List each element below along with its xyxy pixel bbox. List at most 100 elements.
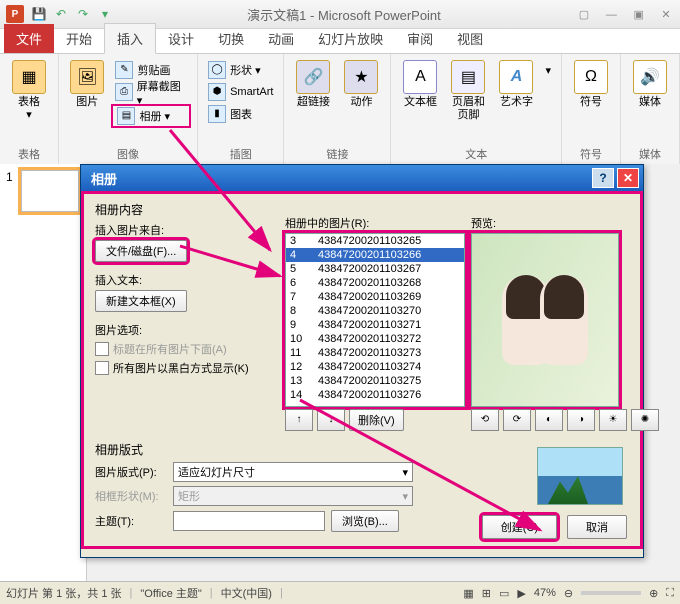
picture-button[interactable]: 🖼 图片: [65, 58, 109, 144]
pic-layout-label: 图片版式(P):: [95, 464, 167, 480]
layout-preview: [537, 447, 623, 505]
cancel-button[interactable]: 取消: [567, 515, 627, 539]
minimize-ribbon-icon[interactable]: ▢: [572, 8, 596, 21]
tab-animations[interactable]: 动画: [256, 24, 306, 53]
file-disk-button[interactable]: 文件/磁盘(F)...: [95, 240, 187, 262]
photo-album-button[interactable]: ▤相册 ▾: [111, 104, 191, 128]
album-preview: [471, 233, 619, 407]
list-item[interactable]: 1443847200201103276: [286, 388, 464, 402]
list-item[interactable]: 343847200201103265: [286, 234, 464, 248]
rotate-right-button[interactable]: ⟳: [503, 409, 531, 431]
hyperlink-button[interactable]: 🔗超链接: [290, 58, 336, 144]
chart-button[interactable]: ▮图表: [204, 104, 277, 124]
list-item[interactable]: 1343847200201103275: [286, 374, 464, 388]
pic-layout-select[interactable]: 适应幻灯片尺寸▾: [173, 462, 413, 482]
headerfooter-label: 页眉和页脚: [447, 96, 489, 122]
group-links: 🔗超链接 ★动作 链接: [284, 54, 391, 164]
dialog-close-button[interactable]: ✕: [617, 168, 639, 188]
tab-insert[interactable]: 插入: [104, 23, 156, 54]
zoom-out-icon[interactable]: ⊖: [564, 587, 573, 600]
move-down-button[interactable]: ↓: [317, 409, 345, 431]
view-slideshow-icon[interactable]: ▶: [517, 587, 525, 600]
hyperlink-label: 超链接: [297, 96, 330, 109]
album-picture-list[interactable]: 3438472002011032654438472002011032665438…: [285, 233, 465, 407]
move-up-button[interactable]: ↑: [285, 409, 313, 431]
restore-icon[interactable]: ▣: [627, 8, 651, 21]
media-button[interactable]: 🔊媒体: [627, 58, 673, 144]
table-button[interactable]: ▦ 表格▾: [6, 58, 52, 144]
undo-icon[interactable]: ↶: [53, 6, 69, 22]
album-label: 相册 ▾: [139, 108, 170, 124]
group-text-label: 文本: [465, 144, 487, 164]
chevron-down-icon: ▾: [402, 490, 408, 503]
bw-checkbox[interactable]: [95, 361, 109, 375]
group-tables-label: 表格: [18, 144, 40, 164]
chart-label: 图表: [230, 106, 252, 122]
text-more-button[interactable]: ▾: [541, 60, 555, 80]
contrast-up-button[interactable]: ◐: [535, 409, 563, 431]
dialog-help-button[interactable]: ?: [592, 168, 614, 188]
brightness-up-button[interactable]: ☀: [599, 409, 627, 431]
zoom-in-icon[interactable]: ⊕: [649, 587, 658, 600]
dialog-titlebar[interactable]: 相册 ? ✕: [81, 165, 643, 191]
action-button[interactable]: ★动作: [338, 58, 384, 144]
picture-label: 图片: [76, 96, 98, 109]
list-item[interactable]: 1143847200201103273: [286, 346, 464, 360]
contrast-down-button[interactable]: ◑: [567, 409, 595, 431]
tab-file[interactable]: 文件: [4, 24, 54, 53]
wordart-button[interactable]: A艺术字: [493, 58, 539, 144]
slide-thumbnail[interactable]: [21, 170, 79, 212]
insert-text-label: 插入文本:: [95, 272, 275, 288]
album-icon: ▤: [117, 107, 135, 125]
remove-button[interactable]: 删除(V): [349, 409, 404, 431]
list-item[interactable]: 843847200201103270: [286, 304, 464, 318]
browse-button[interactable]: 浏览(B)...: [331, 510, 399, 532]
caption-checkbox: [95, 342, 109, 356]
list-item[interactable]: 543847200201103267: [286, 262, 464, 276]
view-normal-icon[interactable]: ▦: [463, 587, 473, 600]
qat-dropdown-icon[interactable]: ▾: [97, 6, 113, 22]
list-item[interactable]: 1243847200201103274: [286, 360, 464, 374]
tab-home[interactable]: 开始: [54, 24, 104, 53]
headerfooter-button[interactable]: ▤页眉和页脚: [445, 58, 491, 144]
bw-checkbox-row[interactable]: 所有图片以黑白方式显示(K): [95, 360, 275, 376]
dialog-body: 相册内容 插入图片来自: 文件/磁盘(F)... 插入文本: 新建文本框(X) …: [81, 191, 643, 549]
list-item[interactable]: 1043847200201103272: [286, 332, 464, 346]
list-item[interactable]: 943847200201103271: [286, 318, 464, 332]
textbox-button[interactable]: A文本框: [397, 58, 443, 144]
screenshot-button[interactable]: ⎙屏幕截图 ▾: [111, 82, 191, 102]
fit-window-icon[interactable]: ⛶: [666, 587, 674, 600]
close-icon[interactable]: ✕: [654, 8, 678, 21]
theme-input[interactable]: [173, 511, 325, 531]
list-item[interactable]: 743847200201103269: [286, 290, 464, 304]
zoom-slider[interactable]: [581, 591, 641, 595]
shapes-icon: ◯: [208, 61, 226, 79]
tab-review[interactable]: 审阅: [395, 24, 445, 53]
redo-icon[interactable]: ↷: [75, 6, 91, 22]
group-text: A文本框 ▤页眉和页脚 A艺术字 ▾ 文本: [391, 54, 562, 164]
tab-view[interactable]: 视图: [445, 24, 495, 53]
group-illustrations: ◯形状 ▾ ⬢SmartArt ▮图表 插图: [198, 54, 284, 164]
smartart-button[interactable]: ⬢SmartArt: [204, 82, 277, 102]
table-icon: ▦: [12, 60, 46, 94]
brightness-down-button[interactable]: ✺: [631, 409, 659, 431]
view-reading-icon[interactable]: ▭: [499, 587, 509, 600]
create-button[interactable]: 创建(C): [482, 515, 557, 539]
save-icon[interactable]: 💾: [31, 6, 47, 22]
view-sorter-icon[interactable]: ⊞: [482, 587, 491, 600]
new-textbox-button[interactable]: 新建文本框(X): [95, 290, 187, 312]
status-language[interactable]: 中文(中国): [221, 585, 272, 601]
shapes-button[interactable]: ◯形状 ▾: [204, 60, 277, 80]
minimize-icon[interactable]: —: [599, 9, 623, 21]
status-zoom[interactable]: 47%: [534, 587, 556, 599]
tab-slideshow[interactable]: 幻灯片放映: [306, 24, 395, 53]
rotate-left-button[interactable]: ⟲: [471, 409, 499, 431]
frame-shape-select: 矩形▾: [173, 486, 413, 506]
tab-design[interactable]: 设计: [156, 24, 206, 53]
status-slide: 幻灯片 第 1 张，共 1 张: [6, 585, 122, 601]
media-label: 媒体: [639, 96, 661, 109]
symbol-button[interactable]: Ω符号: [568, 58, 614, 144]
list-item[interactable]: 443847200201103266: [286, 248, 464, 262]
tab-transitions[interactable]: 切换: [206, 24, 256, 53]
list-item[interactable]: 643847200201103268: [286, 276, 464, 290]
